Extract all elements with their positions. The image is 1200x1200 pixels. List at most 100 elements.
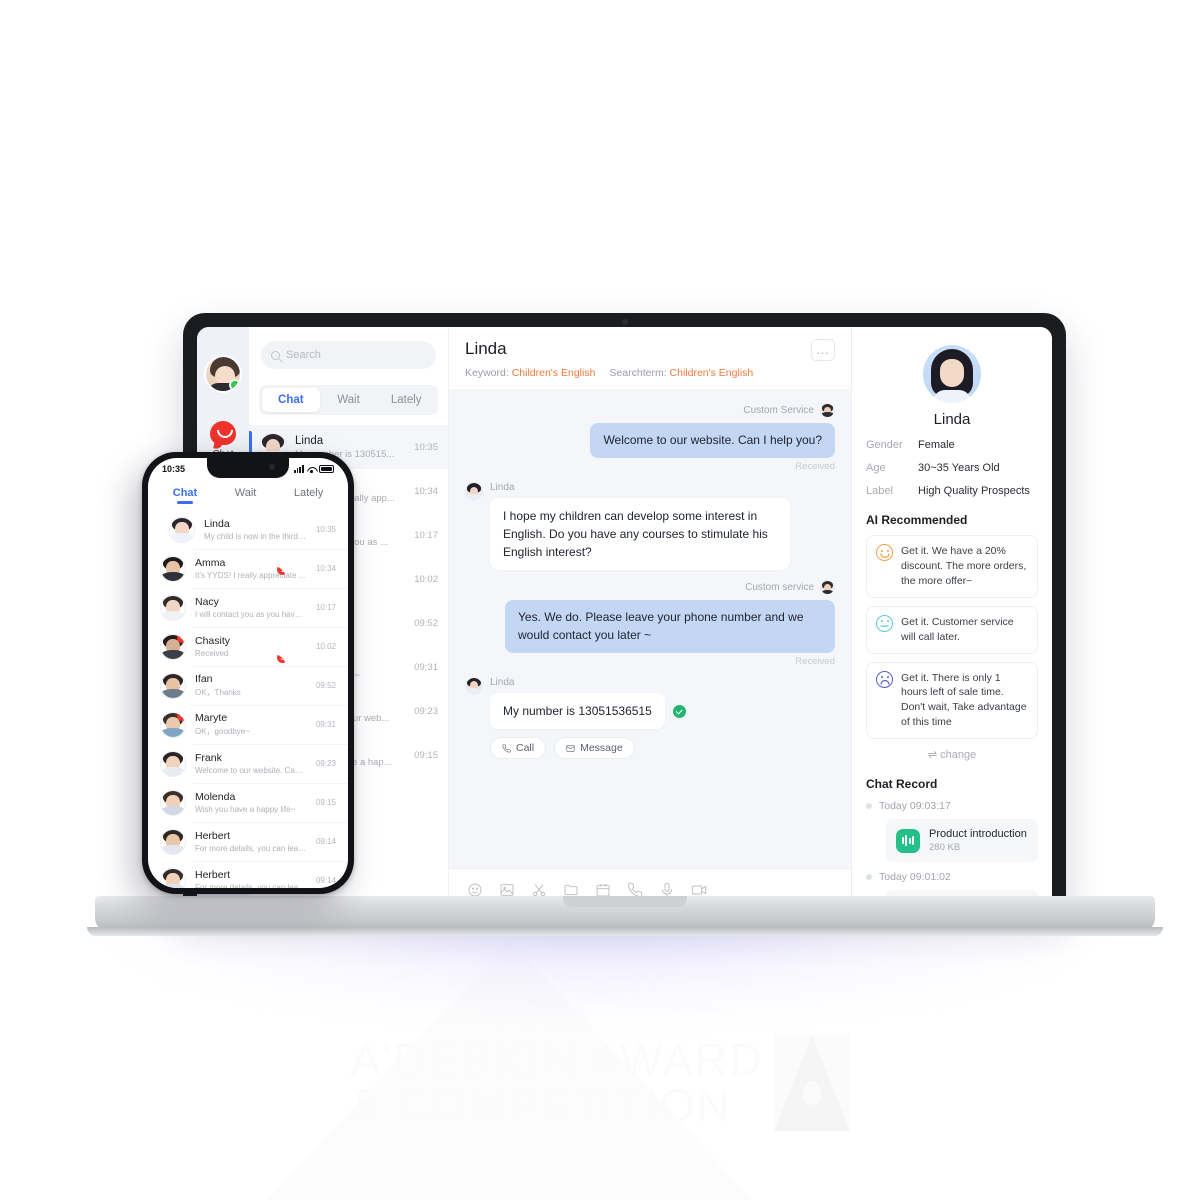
search-container: Search xyxy=(249,327,448,379)
wifi-icon xyxy=(307,466,316,473)
neutral-face-icon xyxy=(876,614,893,632)
message-incoming: Linda I hope my children can develop som… xyxy=(465,482,835,571)
chat-bubble-icon xyxy=(210,421,236,445)
timeline-dot xyxy=(866,874,872,881)
phone-conversation-row[interactable]: 1 Chasity Received 10:02 xyxy=(148,627,348,666)
avatar xyxy=(160,867,186,888)
phone-tab-chat[interactable]: Chat xyxy=(173,487,197,504)
unread-badge: 1 xyxy=(277,566,286,575)
call-button[interactable]: Call xyxy=(490,737,547,760)
change-button[interactable]: ⇌ change xyxy=(866,748,1038,761)
record-timestamp: Today 09:01:02 xyxy=(879,871,951,884)
row-divider xyxy=(193,744,348,745)
conversation-name: Ifan xyxy=(195,673,213,685)
chat-panel: Linda ... Keyword: Children's English Se… xyxy=(449,327,852,910)
conversation-time: 10:17 xyxy=(414,529,438,541)
chat-meta: Keyword: Children's English Searchterm: … xyxy=(465,367,835,379)
chat-record-entry: Today 09:01:02 xyxy=(866,871,1038,883)
sad-face-icon xyxy=(876,670,893,688)
quick-actions: Call Message xyxy=(490,737,635,760)
conversation-preview: For more details, you can leave yo... xyxy=(195,883,307,888)
search-input[interactable]: Search xyxy=(261,341,436,369)
current-user-avatar[interactable] xyxy=(204,355,242,393)
conversation-time: 10:02 xyxy=(414,573,438,585)
phone-conversation-row[interactable]: Herbert For more details, you can leave y… xyxy=(148,822,348,861)
profile-avatar xyxy=(923,345,981,403)
phone-conversation-row[interactable]: Amma It's YYDS! I really appreciate it, b… xyxy=(148,549,348,588)
phone-conversation-row[interactable]: Linda My child is now in the third grade.… xyxy=(148,510,348,549)
contact-avatar xyxy=(465,677,483,696)
conversation-name: Chasity xyxy=(195,635,231,647)
tab-wait[interactable]: Wait xyxy=(320,388,378,412)
field-label: Label xyxy=(866,485,893,497)
unread-badge: 3 xyxy=(277,654,286,663)
field-value: Female xyxy=(918,439,955,451)
laptop-base-lip xyxy=(87,927,1163,936)
conversation-time: 09:15 xyxy=(315,798,336,807)
phone-conversation-row[interactable]: Herbert For more details, you can leave y… xyxy=(148,861,348,888)
conversation-time: 10:35 xyxy=(315,525,336,534)
conversation-time: 09:31 xyxy=(414,661,438,673)
field-value: 30~35 Years Old xyxy=(918,462,1000,474)
message-status: Received xyxy=(795,461,835,473)
battery-icon xyxy=(319,465,334,473)
message-sender: Custom service xyxy=(745,582,814,594)
field-label: Age xyxy=(866,462,886,474)
agent-avatar xyxy=(820,403,835,418)
ai-recommendation-card[interactable]: Get it. We have a 20% discount. The more… xyxy=(866,535,1038,598)
attachment-size: 280 KB xyxy=(929,842,961,854)
ai-recommendation-card[interactable]: Get it. Customer service will call later… xyxy=(866,605,1038,654)
avatar xyxy=(160,750,186,777)
audio-icon xyxy=(896,828,920,853)
happy-face-icon xyxy=(876,544,893,561)
ai-recommendation-card[interactable]: Get it. There is only 1 hours left of sa… xyxy=(866,661,1038,740)
verified-check-icon xyxy=(672,704,686,718)
phone-conversation-row[interactable]: Molenda Wish you have a happy life~ 09:15 xyxy=(148,783,348,822)
phone-tab-lately[interactable]: Lately xyxy=(294,487,323,504)
more-options-button[interactable]: ... xyxy=(811,339,835,361)
conversation-preview: Received xyxy=(195,649,229,658)
phone-screen: 10:35 Chat Wait Lately Linda My child is … xyxy=(148,458,348,888)
conversation-preview: OK，Thanks xyxy=(195,688,241,697)
message-outgoing: Custom service Yes. We do. Please leave … xyxy=(465,580,835,667)
phone-conversation-row[interactable]: Frank Welcome to our website. Can I he...… xyxy=(148,744,348,783)
record-attachment[interactable]: Product introduction 280 KB xyxy=(886,819,1038,863)
conversation-time: 10:17 xyxy=(315,603,336,612)
searchterm-value[interactable]: Children's English xyxy=(670,367,754,379)
conversation-time: 10:35 xyxy=(414,441,438,453)
chat-header: Linda ... Keyword: Children's English Se… xyxy=(449,327,851,389)
phone-status-bar: 10:35 xyxy=(148,458,348,480)
message-sender: Linda xyxy=(490,482,515,494)
status-time: 10:35 xyxy=(162,464,186,474)
phone-conversation-row[interactable]: Nacy I will contact you as you have free.… xyxy=(148,588,348,627)
swap-icon: ⇌ xyxy=(927,749,938,762)
conversation-time: 09:23 xyxy=(414,705,438,717)
conversation-preview: I will contact you as you have free.... xyxy=(195,610,307,619)
message-bubble: Yes. We do. Please leave your phone numb… xyxy=(505,600,835,654)
phone-icon xyxy=(502,744,511,753)
message-outgoing: Custom Service Welcome to our website. C… xyxy=(465,403,835,472)
field-label: Gender xyxy=(866,439,903,451)
conversation-preview: Welcome to our website. Can I he... xyxy=(195,766,307,775)
unread-badge: 3 xyxy=(177,712,185,721)
conversation-name: Maryte xyxy=(195,712,228,724)
phone-tabs: Chat Wait Lately xyxy=(148,480,348,510)
phone-tab-wait[interactable]: Wait xyxy=(235,487,257,504)
message-bubble: I hope my children can develop some inte… xyxy=(490,498,790,571)
tab-chat[interactable]: Chat xyxy=(262,388,320,412)
keyword-value[interactable]: Children's English xyxy=(512,367,596,379)
tab-lately[interactable]: Lately xyxy=(377,388,435,412)
conversation-time: 09:23 xyxy=(315,759,336,768)
message-button[interactable]: Message xyxy=(554,737,635,760)
attachment-name: Product introduction xyxy=(929,828,1027,841)
signal-icon xyxy=(293,465,304,473)
chat-record-entry: Today 09:03:17 xyxy=(866,800,1038,812)
avatar: 1 xyxy=(160,633,186,660)
message-bubble: Welcome to our website. Can I help you? xyxy=(590,423,835,459)
phone-conversation-row[interactable]: Ifan OK，Thanks 09:52 xyxy=(148,666,348,705)
award-logo-icon xyxy=(773,1034,850,1131)
phone-conversation-row[interactable]: 3 Maryte OK，goodbye~ 09:31 xyxy=(148,705,348,744)
message-button-label: Message xyxy=(580,742,623,755)
conversation-preview: It's YYDS! I really appreciate it, but c… xyxy=(195,571,307,580)
conversation-name: Amma xyxy=(195,557,226,569)
